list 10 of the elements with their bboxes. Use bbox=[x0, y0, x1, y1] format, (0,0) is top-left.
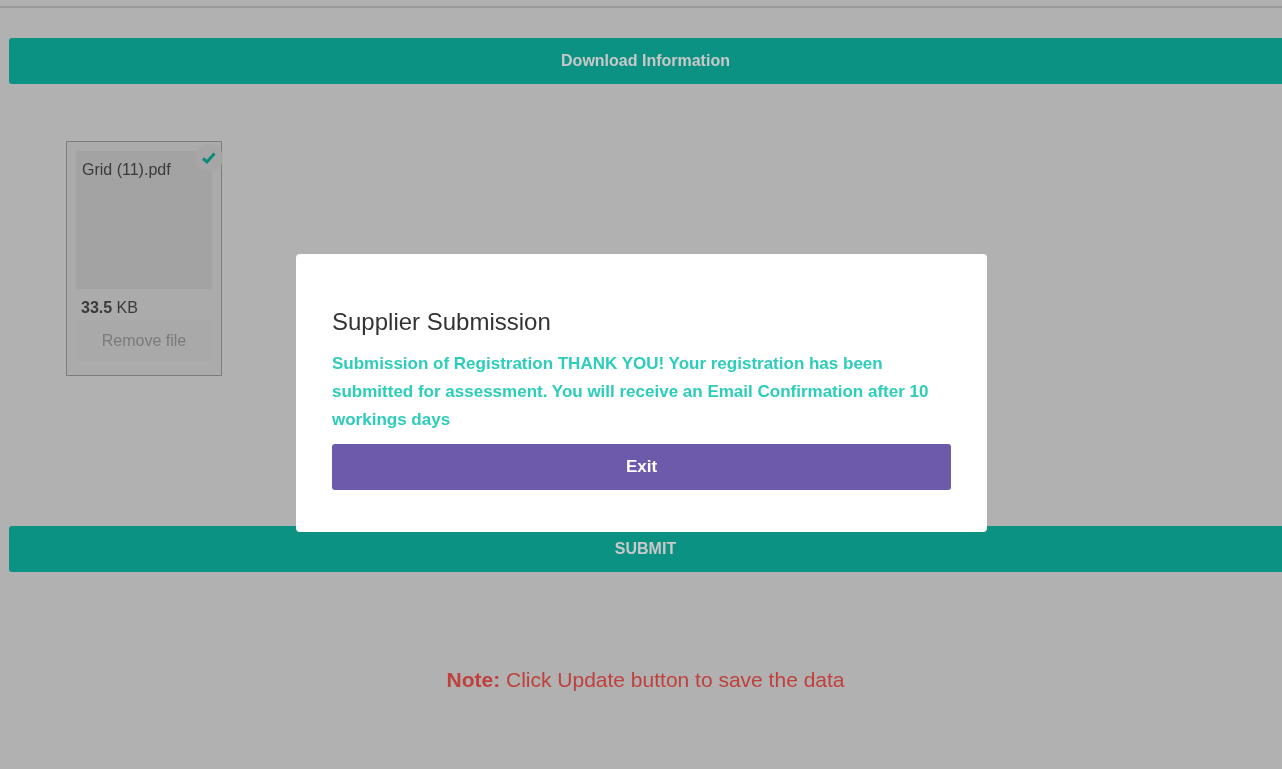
exit-button[interactable]: Exit bbox=[332, 444, 951, 490]
submit-label: SUBMIT bbox=[614, 540, 677, 558]
download-information-label: Download Information bbox=[561, 52, 730, 70]
note-text: Note: Click Update button to save the data bbox=[446, 668, 845, 692]
modal-title: Supplier Submission bbox=[332, 308, 552, 336]
file-name: Grid (11).pdf bbox=[82, 161, 171, 178]
download-information-bar[interactable]: Download Information bbox=[9, 38, 1282, 84]
modal-message: Submission of Registration THANK YOU! Your registration has been submitted for assessment. You will receive an Email Confirmation after 10 workings days bbox=[332, 353, 930, 431]
submit-button[interactable]: SUBMIT bbox=[9, 526, 1282, 572]
file-size: 33.5 KB bbox=[81, 299, 139, 317]
